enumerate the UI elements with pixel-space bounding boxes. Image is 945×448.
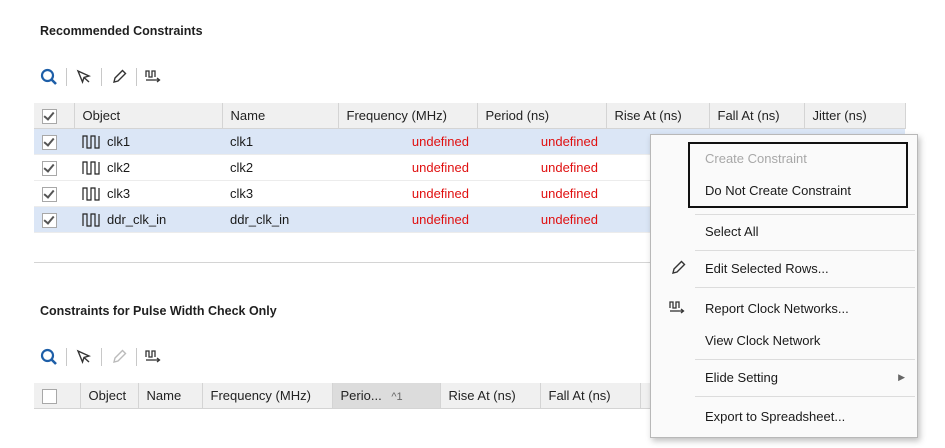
cursor-select-icon xyxy=(76,69,91,85)
col-frequency[interactable]: Frequency (MHz) xyxy=(202,383,333,409)
highlight-box xyxy=(688,142,908,208)
search-icon xyxy=(40,348,57,365)
pencil-icon xyxy=(672,260,686,274)
row-object: clk1 xyxy=(107,133,131,149)
pencil-icon xyxy=(113,349,127,363)
menu-item-edit-selected-rows[interactable]: Edit Selected Rows... xyxy=(651,251,917,285)
row-frequency[interactable]: undefined xyxy=(338,206,477,233)
toolbar-separator xyxy=(101,348,102,366)
menu-item-label: Elide Setting xyxy=(705,369,778,385)
sort-ascending-icon: ^1 xyxy=(391,391,403,403)
report-clock-networks-button[interactable] xyxy=(139,63,169,91)
search-icon xyxy=(40,68,57,85)
row-frequency[interactable]: undefined xyxy=(338,154,477,181)
col-frequency[interactable]: Frequency (MHz) xyxy=(338,103,478,129)
col-jitter[interactable]: Jitter (ns) xyxy=(804,103,906,129)
recommended-constraints-title: Recommended Constraints xyxy=(40,24,203,38)
row-name: clk2 xyxy=(222,154,338,181)
row-object: clk3 xyxy=(107,185,131,201)
row-name: ddr_clk_in xyxy=(222,206,338,233)
recommended-toolbar xyxy=(34,62,169,92)
row-name: clk3 xyxy=(222,180,338,207)
select-all-checkbox[interactable] xyxy=(42,388,57,404)
clock-network-icon xyxy=(145,70,161,83)
menu-separator xyxy=(695,396,915,397)
select-all-checkbox[interactable] xyxy=(42,108,57,124)
menu-item-label: Export to Spreadsheet... xyxy=(705,408,846,424)
row-frequency[interactable]: undefined xyxy=(338,128,477,155)
col-rise-at[interactable]: Rise At (ns) xyxy=(440,383,541,409)
row-checkbox[interactable] xyxy=(42,134,57,150)
menu-separator xyxy=(695,287,915,288)
toolbar-separator xyxy=(66,68,67,86)
row-checkbox[interactable] xyxy=(42,186,57,202)
col-name[interactable]: Name xyxy=(138,383,203,409)
row-checkbox[interactable] xyxy=(42,212,57,228)
col-fall-at[interactable]: Fall At (ns) xyxy=(540,383,641,409)
select-button[interactable] xyxy=(69,63,99,91)
col-fall-at[interactable]: Fall At (ns) xyxy=(709,103,805,129)
clock-icon xyxy=(82,135,100,149)
row-object: ddr_clk_in xyxy=(107,211,167,227)
row-object: clk2 xyxy=(107,159,131,175)
toolbar-separator xyxy=(101,68,102,86)
toolbar-separator xyxy=(136,348,137,366)
row-period[interactable]: undefined xyxy=(477,128,606,155)
pencil-icon xyxy=(113,69,127,83)
toolbar-separator xyxy=(66,348,67,366)
col-period[interactable]: Period (ns) xyxy=(477,103,607,129)
cursor-select-icon xyxy=(76,349,91,365)
edit-button[interactable] xyxy=(104,63,134,91)
clock-network-icon xyxy=(669,301,685,314)
menu-item-label: View Clock Network xyxy=(705,332,821,348)
menu-item-elide-setting[interactable]: Elide Setting ▶ xyxy=(651,360,917,394)
select-button[interactable] xyxy=(69,343,99,371)
col-name[interactable]: Name xyxy=(222,103,339,129)
col-object[interactable]: Object xyxy=(74,103,223,129)
table-header: Object Name Frequency (MHz) Period (ns) … xyxy=(34,103,906,129)
clock-network-icon xyxy=(145,350,161,363)
row-frequency[interactable]: undefined xyxy=(338,180,477,207)
pulse-width-title: Constraints for Pulse Width Check Only xyxy=(40,304,277,318)
menu-item-view-clock-network[interactable]: View Clock Network xyxy=(651,323,917,357)
edit-button[interactable] xyxy=(104,343,134,371)
menu-item-select-all[interactable]: Select All xyxy=(651,214,917,248)
row-period[interactable]: undefined xyxy=(477,206,606,233)
search-button[interactable] xyxy=(34,343,64,371)
report-clock-networks-button[interactable] xyxy=(139,343,169,371)
row-period[interactable]: undefined xyxy=(477,154,606,181)
clock-icon xyxy=(82,213,100,227)
menu-item-label: Report Clock Networks... xyxy=(705,300,849,316)
clock-icon xyxy=(82,187,100,201)
menu-item-report-clock-networks[interactable]: Report Clock Networks... xyxy=(651,291,917,325)
col-object[interactable]: Object xyxy=(80,383,139,409)
toolbar-separator xyxy=(136,68,137,86)
header-checkbox-cell[interactable] xyxy=(34,103,75,129)
pulse-toolbar xyxy=(34,342,169,372)
clock-icon xyxy=(82,161,100,175)
row-name: clk1 xyxy=(222,128,338,155)
col-period-label: Perio... xyxy=(340,388,382,403)
search-button[interactable] xyxy=(34,63,64,91)
row-checkbox[interactable] xyxy=(42,160,57,176)
header-checkbox-cell[interactable] xyxy=(34,383,81,409)
menu-item-export-to-spreadsheet[interactable]: Export to Spreadsheet... xyxy=(651,399,917,433)
menu-item-label: Select All xyxy=(705,223,759,239)
chevron-right-icon: ▶ xyxy=(898,371,905,382)
col-rise-at[interactable]: Rise At (ns) xyxy=(606,103,710,129)
menu-item-label: Edit Selected Rows... xyxy=(705,260,829,276)
col-period-sorted[interactable]: Perio... ^1 xyxy=(332,383,441,409)
row-period[interactable]: undefined xyxy=(477,180,606,207)
